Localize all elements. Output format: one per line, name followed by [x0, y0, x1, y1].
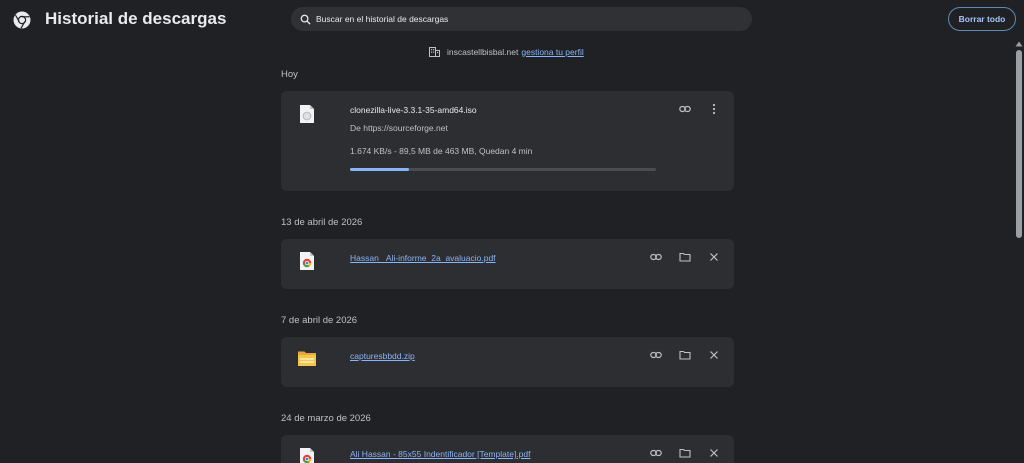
remove-button[interactable]	[707, 348, 721, 362]
download-item: Ali Hassan - 85x55 Indentificador [Templ…	[281, 435, 734, 463]
copy-link-button[interactable]	[649, 348, 663, 362]
progress-fill	[350, 168, 410, 171]
link-icon	[679, 105, 691, 113]
download-item: Hassan _Ali-informe_2a_avaluacio.pdf	[281, 239, 734, 289]
building-icon	[429, 47, 440, 57]
chrome-logo-icon	[13, 11, 31, 29]
top-bar: Historial de descargas Borrar todo	[0, 0, 1024, 40]
date-header: Hoy	[281, 69, 298, 80]
close-icon	[710, 253, 718, 261]
search-icon	[300, 14, 311, 25]
folder-icon	[679, 448, 691, 458]
download-item: clonezilla-live-3.3.1-35-amd64.iso De ht…	[281, 91, 734, 191]
more-vert-icon	[712, 103, 716, 115]
file-name-link[interactable]: Hassan _Ali-informe_2a_avaluacio.pdf	[350, 253, 496, 263]
folder-icon	[679, 252, 691, 262]
zip-folder-icon	[298, 351, 316, 366]
copy-link-button[interactable]	[649, 446, 663, 460]
download-status: 1.674 KB/s - 89,5 MB de 463 MB, Quedan 4…	[350, 146, 533, 156]
remove-button[interactable]	[707, 250, 721, 264]
show-in-folder-button[interactable]	[678, 348, 692, 362]
file-name: clonezilla-live-3.3.1-35-amd64.iso	[350, 105, 477, 115]
show-in-folder-button[interactable]	[678, 446, 692, 460]
chrome-pdf-icon	[300, 448, 314, 463]
copy-link-button[interactable]	[678, 102, 692, 116]
file-name-link[interactable]: capturesbbdd.zip	[350, 351, 415, 361]
scroll-up-arrow-icon[interactable]	[1015, 41, 1023, 47]
file-name-link[interactable]: Ali Hassan - 85x55 Indentificador [Templ…	[350, 449, 531, 459]
link-icon	[650, 449, 662, 457]
clear-all-button[interactable]: Borrar todo	[948, 7, 1016, 31]
show-in-folder-button[interactable]	[678, 250, 692, 264]
managed-domain: inscastellbisbal.net	[447, 47, 519, 57]
search-box[interactable]	[291, 7, 752, 31]
chrome-pdf-icon	[300, 252, 314, 270]
disc-file-icon	[300, 105, 314, 123]
folder-icon	[679, 350, 691, 360]
manage-profile-link[interactable]: gestiona tu perfil	[521, 47, 583, 57]
file-source: De https://sourceforge.net	[350, 123, 448, 133]
page-title: Historial de descargas	[45, 9, 227, 28]
link-icon	[650, 253, 662, 261]
scrollbar-thumb[interactable]	[1016, 50, 1022, 238]
progress-bar	[350, 168, 656, 171]
remove-button[interactable]	[707, 446, 721, 460]
date-header: 24 de marzo de 2026	[281, 413, 371, 424]
managed-profile-notice: inscastellbisbal.net gestiona tu perfil	[429, 46, 584, 58]
download-item: capturesbbdd.zip	[281, 337, 734, 387]
date-header: 7 de abril de 2026	[281, 315, 358, 326]
close-icon	[710, 351, 718, 359]
more-options-button[interactable]	[707, 102, 721, 116]
copy-link-button[interactable]	[649, 250, 663, 264]
search-input[interactable]	[316, 14, 736, 24]
date-header: 13 de abril de 2026	[281, 217, 363, 228]
link-icon	[650, 351, 662, 359]
close-icon	[710, 449, 718, 457]
